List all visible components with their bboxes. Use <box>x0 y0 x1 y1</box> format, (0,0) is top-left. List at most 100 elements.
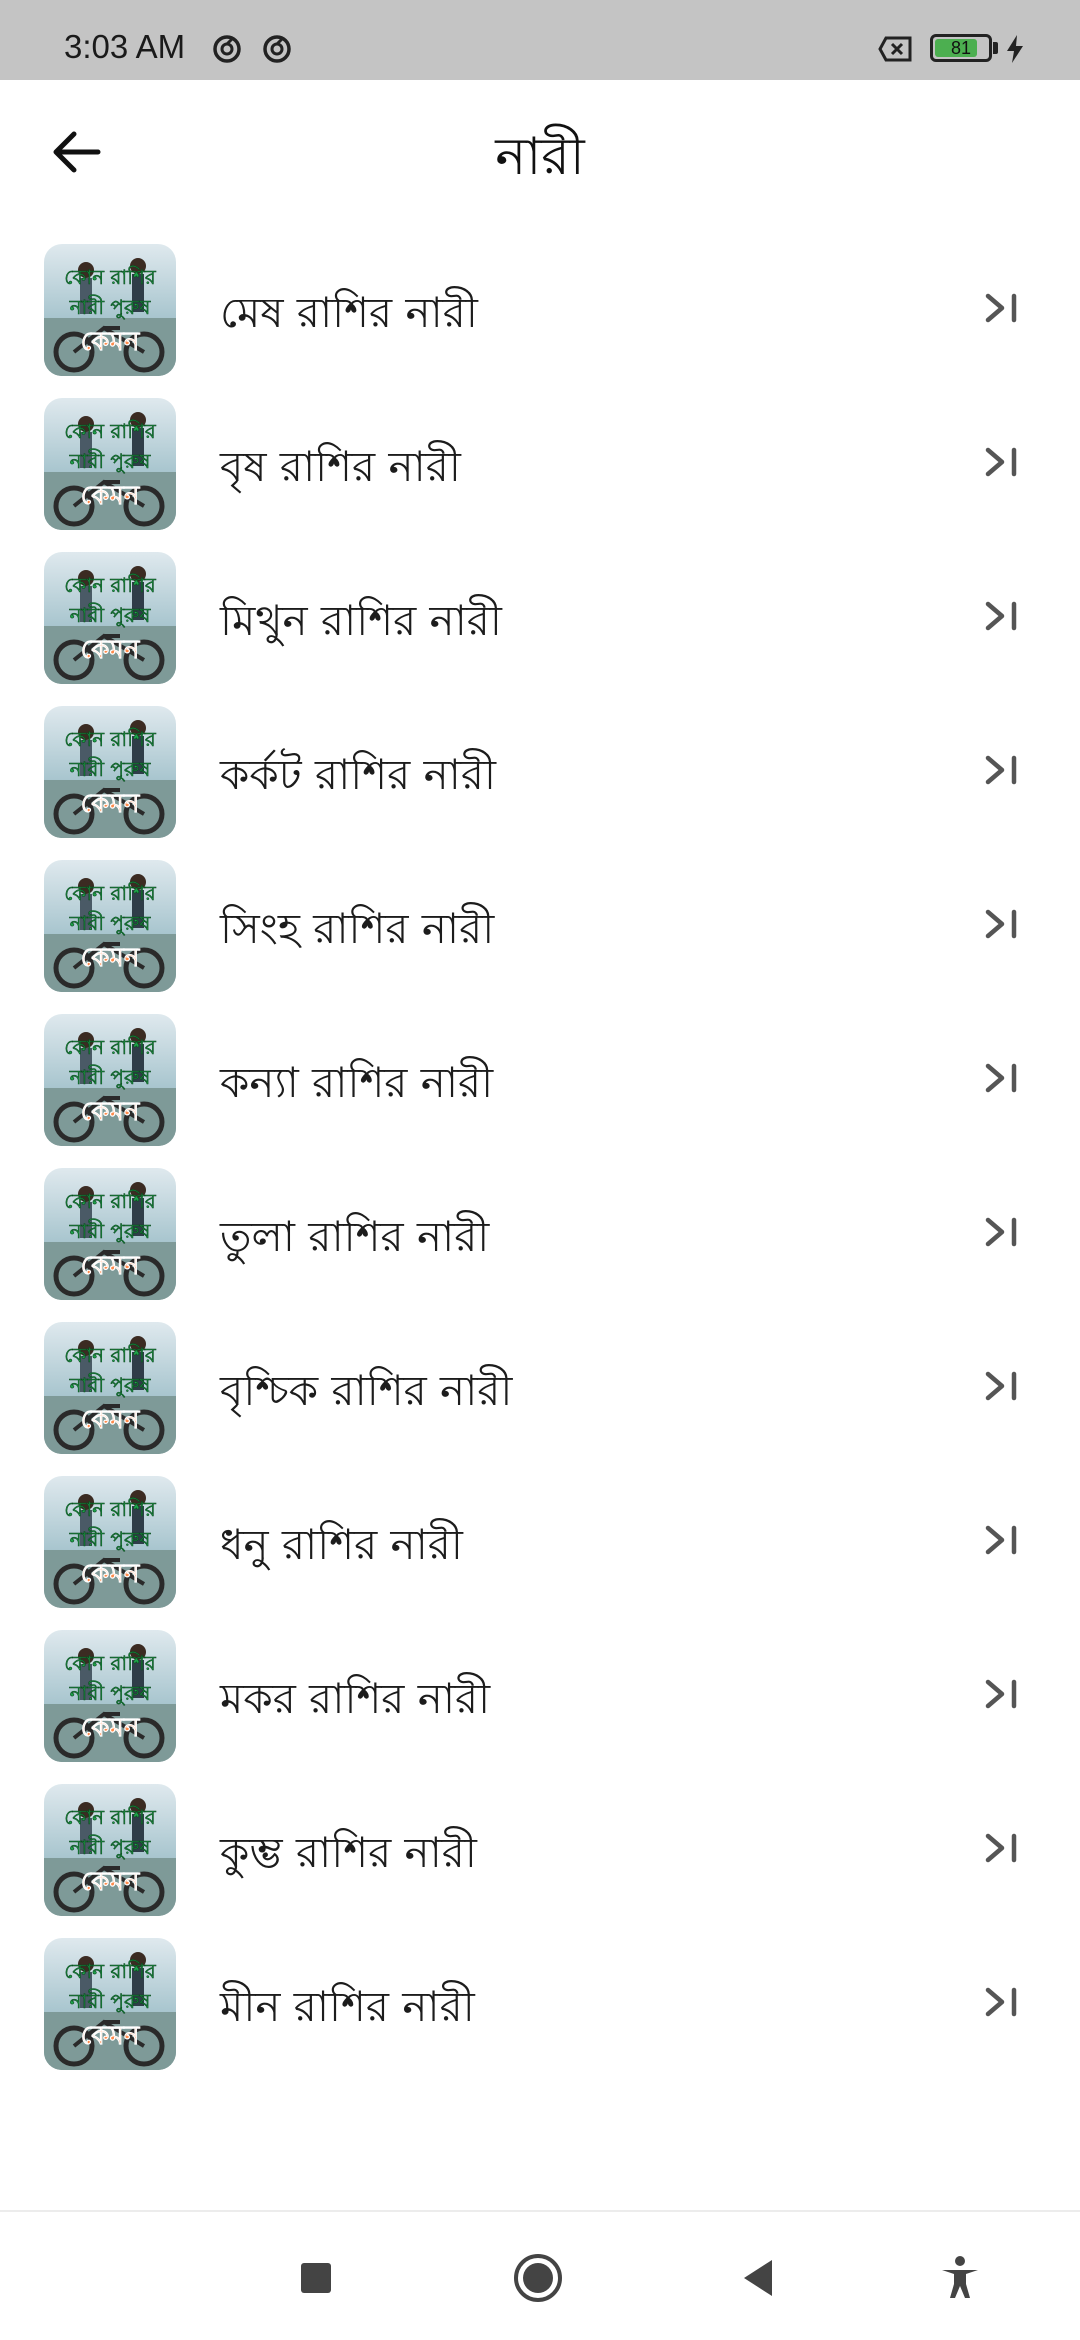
thumb-caption-3: কেমন <box>81 1097 140 1127</box>
item-thumbnail: কোন রাশির নারী পুরুষ কেমন <box>44 552 176 684</box>
list-item-label: বৃশ্চিক রাশির নারী <box>220 1366 513 1415</box>
chevron-right-bar-icon <box>985 1833 1017 1863</box>
thumb-caption-1: কোন রাশির <box>64 727 157 751</box>
thumb-caption-3: কেমন <box>81 1559 140 1589</box>
thumb-caption-2: নারী পুরুষ <box>69 1527 152 1551</box>
list-item-label: কর্কট রাশির নারী <box>220 750 496 799</box>
thumb-caption-2: নারী পুরুষ <box>69 1065 152 1089</box>
system-nav-bar <box>0 2210 1080 2340</box>
zodiac-list: কোন রাশির নারী পুরুষ কেমন মেষ রাশির নারী <box>0 236 1080 2084</box>
list-item-8[interactable]: কোন রাশির নারী পুরুষ কেমন বৃশ্চিক রাশির … <box>0 1314 1080 1468</box>
list-item-3[interactable]: কোন রাশির নারী পুরুষ কেমন মিথুন রাশির না… <box>0 544 1080 698</box>
chevron-right-bar-icon <box>985 909 1017 939</box>
thumb-caption-1: কোন রাশির <box>64 573 157 597</box>
no-sim-icon <box>878 36 912 62</box>
item-thumbnail: কোন রাশির নারী পুরুষ কেমন <box>44 860 176 992</box>
thumb-caption-1: কোন রাশির <box>64 1497 157 1521</box>
item-thumbnail: কোন রাশির নারী পুরুষ কেমন <box>44 1322 176 1454</box>
thumb-caption-2: নারী পুরুষ <box>69 449 152 473</box>
status-bar: 3:03 AM 81 <box>0 0 1080 80</box>
recents-square-icon[interactable] <box>288 2250 344 2306</box>
battery-icon: 81 <box>930 34 992 62</box>
list-item-7[interactable]: কোন রাশির নারী পুরুষ কেমন তুলা রাশির নার… <box>0 1160 1080 1314</box>
list-item-4[interactable]: কোন রাশির নারী পুরুষ কেমন কর্কট রাশির না… <box>0 698 1080 852</box>
app-bar: নারী <box>0 80 1080 230</box>
thumb-caption-3: কেমন <box>81 1867 140 1897</box>
item-thumbnail: কোন রাশির নারী পুরুষ কেমন <box>44 1630 176 1762</box>
chevron-right-bar-icon <box>985 1217 1017 1247</box>
thumb-caption-1: কোন রাশির <box>64 1189 157 1213</box>
back-triangle-icon[interactable] <box>732 2250 788 2306</box>
thumb-caption-3: কেমন <box>81 327 140 357</box>
list-item-label: মীন রাশির নারী <box>220 1982 475 2031</box>
list-item-label: মেষ রাশির নারী <box>220 288 478 337</box>
list-item-label: বৃষ রাশির নারী <box>220 442 461 491</box>
item-thumbnail: কোন রাশির নারী পুরুষ কেমন <box>44 1168 176 1300</box>
thumb-caption-1: কোন রাশির <box>64 1959 157 1983</box>
status-time: 3:03 AM <box>64 28 186 65</box>
chevron-right-bar-icon <box>985 1987 1017 2017</box>
thumb-caption-2: নারী পুরুষ <box>69 1989 152 2013</box>
thumb-caption-2: নারী পুরুষ <box>69 1681 152 1705</box>
thumb-caption-1: কোন রাশির <box>64 881 157 905</box>
list-item-2[interactable]: কোন রাশির নারী পুরুষ কেমন বৃষ রাশির নারী <box>0 390 1080 544</box>
notification-icon <box>263 35 291 63</box>
battery-level-text: 81 <box>950 38 972 58</box>
list-item-label: মিথুন রাশির নারী <box>220 596 502 645</box>
list-item-9[interactable]: কোন রাশির নারী পুরুষ কেমন ধনু রাশির নারী <box>0 1468 1080 1622</box>
thumb-caption-1: কোন রাশির <box>64 419 157 443</box>
list-item-10[interactable]: কোন রাশির নারী পুরুষ কেমন মকর রাশির নারী <box>0 1622 1080 1776</box>
list-item-label: মকর রাশির নারী <box>220 1674 491 1723</box>
thumb-caption-3: কেমন <box>81 1251 140 1281</box>
battery-tip <box>993 42 998 54</box>
charging-bolt-icon <box>1007 35 1023 63</box>
item-thumbnail: কোন রাশির নারী পুরুষ কেমন <box>44 1784 176 1916</box>
item-thumbnail: কোন রাশির নারী পুরুষ কেমন <box>44 1014 176 1146</box>
list-item-6[interactable]: কোন রাশির নারী পুরুষ কেমন কন্যা রাশির না… <box>0 1006 1080 1160</box>
item-thumbnail: কোন রাশির নারী পুরুষ কেমন <box>44 1938 176 2070</box>
thumb-caption-3: কেমন <box>81 1713 140 1743</box>
list-item-label: ধনু রাশির নারী <box>220 1520 463 1569</box>
list-item-5[interactable]: কোন রাশির নারী পুরুষ কেমন সিংহ রাশির নার… <box>0 852 1080 1006</box>
thumb-caption-2: নারী পুরুষ <box>69 603 152 627</box>
item-thumbnail: কোন রাশির নারী পুরুষ কেমন <box>44 398 176 530</box>
thumb-caption-2: নারী পুরুষ <box>69 1835 152 1859</box>
thumb-caption-2: নারী পুরুষ <box>69 295 152 319</box>
thumb-caption-2: নারী পুরুষ <box>69 911 152 935</box>
list-item-12[interactable]: কোন রাশির নারী পুরুষ কেমন মীন রাশির নারী <box>0 1930 1080 2084</box>
thumb-caption-3: কেমন <box>81 1405 140 1435</box>
list-item-1[interactable]: কোন রাশির নারী পুরুষ কেমন মেষ রাশির নারী <box>0 236 1080 390</box>
list-item-label: তুলা রাশির নারী <box>220 1212 490 1261</box>
home-circle-icon[interactable] <box>510 2250 566 2306</box>
list-item-label: কুম্ভ রাশির নারী <box>220 1828 477 1877</box>
list-item-label: কন্যা রাশির নারী <box>220 1058 494 1107</box>
chevron-right-bar-icon <box>985 447 1017 477</box>
thumb-caption-3: কেমন <box>81 789 140 819</box>
thumb-caption-3: কেমন <box>81 2021 140 2051</box>
list-item-label: সিংহ রাশির নারী <box>220 904 495 953</box>
thumb-caption-1: কোন রাশির <box>64 1343 157 1367</box>
thumb-caption-2: নারী পুরুষ <box>69 1219 152 1243</box>
chevron-right-bar-icon <box>985 1525 1017 1555</box>
thumb-caption-2: নারী পুরুষ <box>69 1373 152 1397</box>
accessibility-icon[interactable] <box>932 2250 988 2306</box>
chevron-right-bar-icon <box>985 755 1017 785</box>
item-thumbnail: কোন রাশির নারী পুরুষ কেমন <box>44 1476 176 1608</box>
item-thumbnail: কোন রাশির নারী পুরুষ কেমন <box>44 244 176 376</box>
chevron-right-bar-icon <box>985 293 1017 323</box>
thumb-caption-3: কেমন <box>81 943 140 973</box>
thumb-caption-2: নারী পুরুষ <box>69 757 152 781</box>
page-title: নারী <box>495 127 585 187</box>
thumb-caption-3: কেমন <box>81 481 140 511</box>
thumb-caption-1: কোন রাশির <box>64 265 157 289</box>
item-thumbnail: কোন রাশির নারী পুরুষ কেমন <box>44 706 176 838</box>
thumb-caption-1: কোন রাশির <box>64 1651 157 1675</box>
chevron-right-bar-icon <box>985 601 1017 631</box>
chevron-right-bar-icon <box>985 1371 1017 1401</box>
thumb-caption-3: কেমন <box>81 635 140 665</box>
thumb-caption-1: কোন রাশির <box>64 1035 157 1059</box>
list-item-11[interactable]: কোন রাশির নারী পুরুষ কেমন কুম্ভ রাশির না… <box>0 1776 1080 1930</box>
chevron-right-bar-icon <box>985 1063 1017 1093</box>
chevron-right-bar-icon <box>985 1679 1017 1709</box>
thumb-caption-1: কোন রাশির <box>64 1805 157 1829</box>
